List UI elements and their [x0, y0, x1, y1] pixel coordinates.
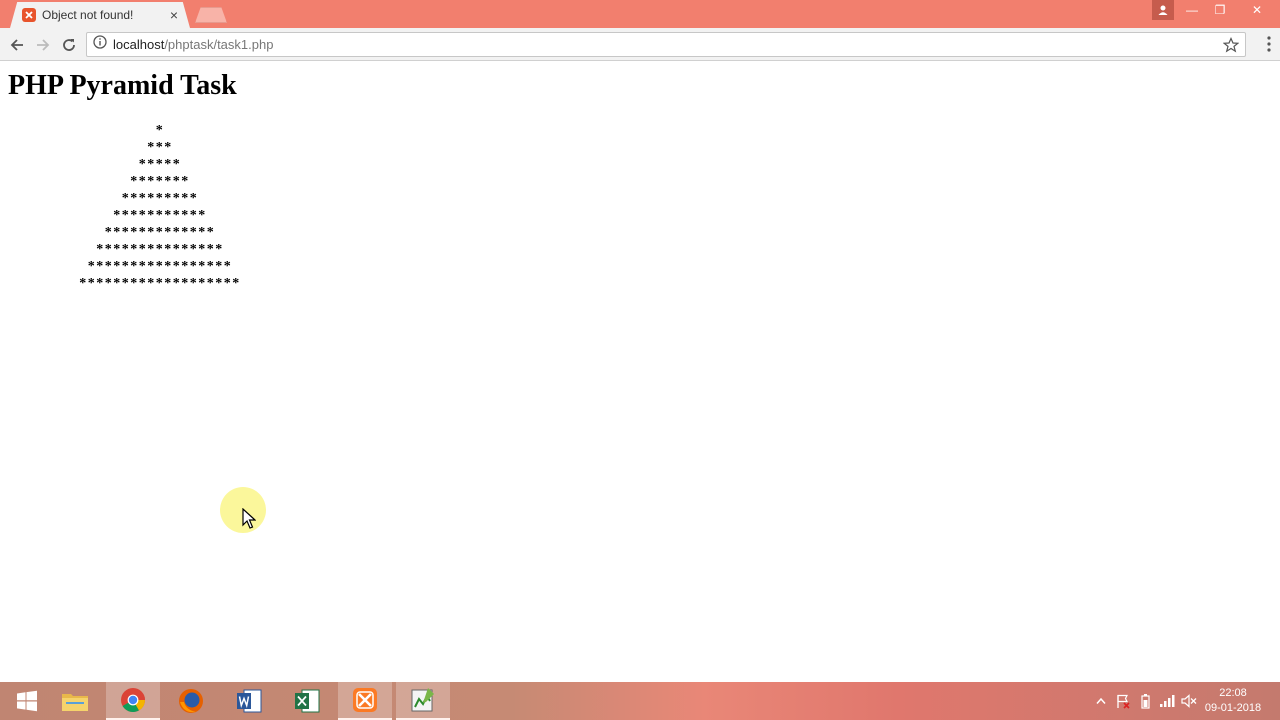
page-title: PHP Pyramid Task	[8, 70, 237, 101]
xampp-icon[interactable]	[338, 682, 392, 720]
pyramid-row: *******************	[79, 276, 241, 291]
battery-icon[interactable]	[1134, 682, 1156, 720]
word-icon[interactable]	[222, 682, 276, 720]
web-page: PHP Pyramid Task * *** ***** ******* ***…	[0, 62, 1280, 682]
excel-icon[interactable]	[280, 682, 334, 720]
folder-icon[interactable]	[48, 682, 102, 720]
windows-start-icon[interactable]	[0, 682, 54, 720]
browser-tab[interactable]: Object not found! ×	[10, 2, 190, 28]
forward-arrow-icon[interactable]	[32, 34, 54, 56]
browser-menu-icon[interactable]	[1266, 35, 1272, 58]
pyramid-row: *****************	[87, 259, 233, 274]
restore-button[interactable]: ❐	[1206, 0, 1234, 20]
url-path: /phptask/task1.php	[164, 37, 274, 52]
show-desktop-button[interactable]	[1266, 682, 1280, 720]
title-bar: Object not found! × — ❐ ✕	[0, 0, 1280, 28]
minimize-button[interactable]: —	[1178, 0, 1206, 20]
info-icon[interactable]	[93, 35, 107, 54]
new-tab-button[interactable]	[195, 7, 227, 23]
chrome-icon[interactable]	[106, 682, 160, 720]
profile-icon[interactable]	[1152, 0, 1174, 20]
back-arrow-icon[interactable]	[6, 34, 28, 56]
pyramid-row: ***********	[113, 208, 207, 223]
xampp-favicon-icon	[22, 8, 36, 22]
pyramid-row: ***************	[96, 242, 224, 257]
pyramid-row: *********	[121, 191, 199, 206]
editor-icon[interactable]	[396, 682, 450, 720]
mouse-pointer-icon	[242, 507, 257, 535]
star-pyramid: * *** ***** ******* ********* **********…	[40, 122, 280, 292]
bookmark-star-icon[interactable]	[1222, 37, 1240, 58]
reload-icon[interactable]	[58, 34, 80, 56]
pyramid-row: ***	[147, 140, 173, 155]
tab-close-icon[interactable]: ×	[166, 7, 182, 23]
window-controls: — ❐ ✕	[1152, 0, 1280, 20]
volume-muted-icon[interactable]	[1178, 682, 1200, 720]
address-bar[interactable]: localhost/phptask/task1.php	[86, 32, 1246, 57]
pyramid-row: *	[155, 123, 165, 138]
system-tray: 22:08 09-01-2018	[1090, 682, 1280, 720]
close-window-button[interactable]: ✕	[1234, 0, 1280, 20]
chevron-up-icon[interactable]	[1090, 682, 1112, 720]
pyramid-row: *******	[130, 174, 190, 189]
network-signal-icon[interactable]	[1156, 682, 1178, 720]
url-host: localhost	[113, 37, 165, 52]
clock-date: 09-01-2018	[1204, 702, 1262, 714]
taskbar-clock[interactable]: 22:08 09-01-2018	[1200, 682, 1266, 720]
firefox-icon[interactable]	[164, 682, 218, 720]
clock-time: 22:08	[1219, 687, 1247, 699]
browser-toolbar: localhost/phptask/task1.php	[0, 28, 1280, 61]
tab-title: Object not found!	[42, 8, 134, 22]
windows-taskbar: 22:08 09-01-2018	[0, 682, 1280, 720]
pyramid-row: *****	[138, 157, 182, 172]
pyramid-row: *************	[104, 225, 216, 240]
flag-tray-icon[interactable]	[1112, 682, 1134, 720]
